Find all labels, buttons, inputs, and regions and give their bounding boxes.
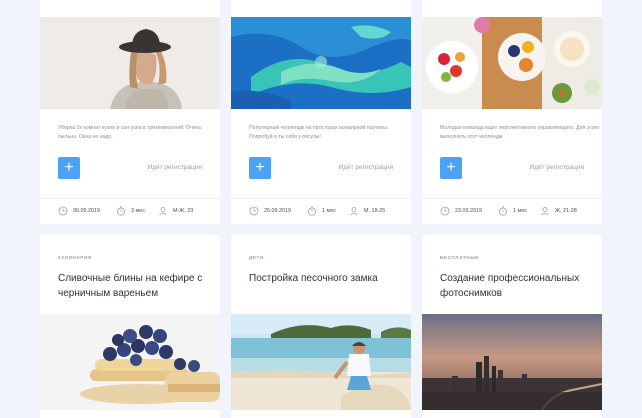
meta-duration: 1 мес <box>498 206 527 216</box>
challenge-card[interactable]: Популярный челлендж на просторах всемирн… <box>231 0 411 224</box>
category-tag: дети <box>249 255 264 260</box>
add-button[interactable]: + <box>440 157 462 179</box>
stopwatch-icon <box>117 206 125 216</box>
add-button[interactable]: + <box>58 157 80 179</box>
date-text: 30.09.2019 <box>73 208 100 214</box>
meta-date: 30.09.2019 <box>58 206 100 216</box>
card-image-abstract-paint <box>231 17 411 109</box>
meta-duration: 3 мес <box>116 206 145 216</box>
card-description: Популярный челлендж на просторах всемирн… <box>249 125 389 140</box>
duration-text: 1 мес <box>513 208 527 214</box>
category-tag: кулинария <box>58 255 92 260</box>
date-text: 25.09.2019 <box>264 208 291 214</box>
challenge-card[interactable]: Молодая команда ищет перспективного упра… <box>422 0 602 224</box>
meta-duration: 1 мес <box>307 206 336 216</box>
card-image-fruit-bowls <box>422 17 602 109</box>
plus-icon: + <box>64 159 74 176</box>
audience-text: М, 18-25 <box>364 208 386 214</box>
challenge-card[interactable]: кулинария Сливочные блины на кефире с че… <box>40 235 220 418</box>
registration-status-link[interactable]: Идёт регистрация <box>530 164 584 171</box>
duration-text: 3 мес <box>131 208 145 214</box>
card-title[interactable]: Постройка песочного замка <box>249 271 399 286</box>
divider <box>422 198 602 199</box>
meta-audience: М-Ж, 23 <box>158 206 193 216</box>
card-description: Уборка 2х комнат кухни и сан узла в трех… <box>58 125 202 140</box>
plus-icon: + <box>446 159 456 176</box>
card-description: Молодая команда ищет перспективного упра… <box>440 125 600 140</box>
calendar-icon <box>249 206 259 216</box>
meta-audience: Ж, 21-28 <box>540 206 577 216</box>
divider <box>40 198 220 199</box>
duration-text: 1 мес <box>322 208 336 214</box>
divider <box>231 198 411 199</box>
stopwatch-icon <box>499 206 507 216</box>
calendar-icon <box>58 206 68 216</box>
date-text: 23.09.2019 <box>455 208 482 214</box>
registration-status-link[interactable]: Идёт регистрация <box>148 164 202 171</box>
meta-date: 23.09.2019 <box>440 206 482 216</box>
audience-text: Ж, 21-28 <box>555 208 577 214</box>
person-icon <box>159 207 167 216</box>
add-button[interactable]: + <box>249 157 271 179</box>
registration-status-link[interactable]: Идёт регистрация <box>339 164 393 171</box>
audience-text: М-Ж, 23 <box>173 208 194 214</box>
challenge-card[interactable]: Уборка 2х комнат кухни и сан узла в трех… <box>40 0 220 224</box>
card-image-sandcastle-beach <box>231 314 411 410</box>
stopwatch-icon <box>308 206 316 216</box>
challenge-card[interactable]: дети Постройка песочного замка <box>231 235 411 418</box>
card-image-woman-hat <box>40 17 220 109</box>
calendar-icon <box>440 206 450 216</box>
category-tag: бесплатные <box>440 255 479 260</box>
challenge-card[interactable]: бесплатные Создание профессиональных фот… <box>422 235 602 418</box>
meta-audience: М, 18-25 <box>349 206 385 216</box>
plus-icon: + <box>255 159 265 176</box>
meta-date: 25.09.2019 <box>249 206 291 216</box>
person-icon <box>541 207 549 216</box>
card-image-city-sunset <box>422 314 602 410</box>
person-icon <box>350 207 358 216</box>
card-image-pancakes-blueberries <box>40 314 220 410</box>
card-title[interactable]: Сливочные блины на кефире с черничным ва… <box>58 271 208 301</box>
card-title[interactable]: Создание профессиональных фотоснимков <box>440 271 590 301</box>
